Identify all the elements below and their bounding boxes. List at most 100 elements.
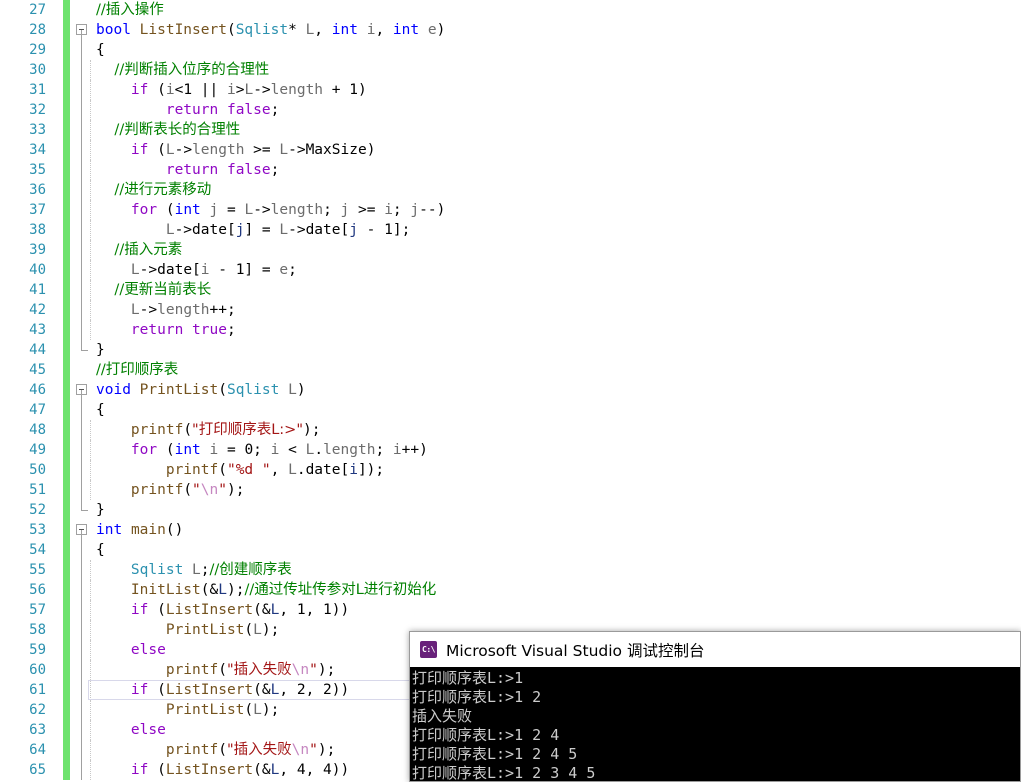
outline-column[interactable] (73, 440, 91, 460)
code-line-text[interactable]: return true; (96, 320, 236, 340)
outline-column[interactable] (73, 660, 91, 680)
code-line[interactable]: 46 void PrintList(Sqlist L) (0, 380, 1021, 400)
code-line-text[interactable]: //进行元素移动 (96, 180, 211, 200)
outline-column[interactable] (73, 480, 91, 500)
code-line-text[interactable]: //插入元素 (96, 240, 182, 260)
outline-column[interactable] (73, 240, 91, 260)
console-titlebar[interactable]: C:\ Microsoft Visual Studio 调试控制台 (410, 632, 1020, 667)
code-line[interactable]: 27 //插入操作 (0, 0, 1021, 20)
code-line-text[interactable]: L->date[j] = L->date[j - 1]; (96, 220, 411, 240)
code-line[interactable]: 53 int main() (0, 520, 1021, 540)
code-line-text[interactable]: printf("插入失败\n"); (96, 740, 335, 760)
code-line-text[interactable]: //判断表长的合理性 (96, 120, 240, 140)
code-line-text[interactable]: printf("打印顺序表L:>"); (96, 420, 321, 440)
outline-column[interactable] (73, 160, 91, 180)
code-line[interactable]: 35 return false; (0, 160, 1021, 180)
code-line-text[interactable]: //打印顺序表 (96, 360, 178, 380)
outline-column[interactable] (73, 220, 91, 240)
code-line[interactable]: 49 for (int i = 0; i < L.length; i++) (0, 440, 1021, 460)
outline-column[interactable] (73, 560, 91, 580)
code-line[interactable]: 51 printf("\n"); (0, 480, 1021, 500)
outline-column[interactable] (73, 460, 91, 480)
outline-column[interactable] (73, 360, 91, 380)
code-line-text[interactable]: int main() (96, 520, 183, 540)
outline-column[interactable] (73, 120, 91, 140)
code-line-text[interactable]: bool ListInsert(Sqlist* L, int i, int e) (96, 20, 445, 40)
code-line-text[interactable]: { (96, 540, 105, 560)
code-line[interactable]: 43 return true; (0, 320, 1021, 340)
outline-column[interactable] (73, 500, 91, 520)
code-line-text[interactable]: return false; (96, 100, 280, 120)
outline-column[interactable] (73, 580, 91, 600)
outline-column[interactable] (73, 40, 91, 60)
outline-column[interactable] (73, 260, 91, 280)
code-line[interactable]: 32 return false; (0, 100, 1021, 120)
outline-column[interactable] (73, 140, 91, 160)
code-line-text[interactable]: } (96, 340, 105, 360)
code-line-text[interactable]: if (ListInsert(&L, 2, 2)) (96, 680, 349, 700)
code-line-text[interactable]: if (ListInsert(&L, 4, 4)) (96, 760, 349, 780)
code-line[interactable]: 47 { (0, 400, 1021, 420)
code-line[interactable]: 44} (0, 340, 1021, 360)
code-line-text[interactable]: L->length++; (96, 300, 236, 320)
code-line[interactable]: 28 bool ListInsert(Sqlist* L, int i, int … (0, 20, 1021, 40)
code-line[interactable]: 31 if (i<1 || i>L->length + 1) (0, 80, 1021, 100)
code-line-text[interactable]: //判断插入位序的合理性 (96, 60, 269, 80)
code-line[interactable]: 29 { (0, 40, 1021, 60)
code-line[interactable]: 42 L->length++; (0, 300, 1021, 320)
outline-column[interactable] (73, 740, 91, 760)
outline-column[interactable] (73, 700, 91, 720)
code-line-text[interactable]: { (96, 40, 105, 60)
outline-column[interactable] (73, 300, 91, 320)
code-line[interactable]: 41 //更新当前表长 (0, 280, 1021, 300)
code-line-text[interactable]: if (L->length >= L->MaxSize) (96, 140, 376, 160)
code-line[interactable]: 36 //进行元素移动 (0, 180, 1021, 200)
code-line-text[interactable]: Sqlist L;//创建顺序表 (96, 560, 292, 580)
code-line[interactable]: 30 //判断插入位序的合理性 (0, 60, 1021, 80)
outline-column[interactable] (73, 200, 91, 220)
code-line-text[interactable]: //更新当前表长 (96, 280, 211, 300)
outline-column[interactable] (73, 280, 91, 300)
code-line-text[interactable]: InitList(&L);//通过传址传参对L进行初始化 (96, 580, 436, 600)
code-line[interactable]: 34 if (L->length >= L->MaxSize) (0, 140, 1021, 160)
outline-column[interactable] (73, 720, 91, 740)
outline-column[interactable] (73, 640, 91, 660)
code-line-text[interactable]: printf("\n"); (96, 480, 245, 500)
code-line[interactable]: 55 Sqlist L;//创建顺序表 (0, 560, 1021, 580)
code-line-text[interactable]: for (int i = 0; i < L.length; i++) (96, 440, 428, 460)
outline-column[interactable] (73, 20, 91, 40)
code-line[interactable]: 38 L->date[j] = L->date[j - 1]; (0, 220, 1021, 240)
code-line[interactable]: 48 printf("打印顺序表L:>"); (0, 420, 1021, 440)
code-line[interactable]: 33 //判断表长的合理性 (0, 120, 1021, 140)
code-line[interactable]: 57 if (ListInsert(&L, 1, 1)) (0, 600, 1021, 620)
outline-column[interactable] (73, 340, 91, 360)
code-line-text[interactable]: L->date[i - 1] = e; (96, 260, 297, 280)
outline-column[interactable] (73, 180, 91, 200)
code-line[interactable]: 37 for (int j = L->length; j >= i; j--) (0, 200, 1021, 220)
code-line[interactable]: 56 InitList(&L);//通过传址传参对L进行初始化 (0, 580, 1021, 600)
outline-column[interactable] (73, 80, 91, 100)
code-line-text[interactable]: return false; (96, 160, 280, 180)
outline-column[interactable] (73, 540, 91, 560)
console-window[interactable]: C:\ Microsoft Visual Studio 调试控制台 打印顺序表L… (409, 631, 1021, 782)
code-line-text[interactable]: if (ListInsert(&L, 1, 1)) (96, 600, 349, 620)
outline-column[interactable] (73, 420, 91, 440)
code-line-text[interactable]: void PrintList(Sqlist L) (96, 380, 306, 400)
outline-column[interactable] (73, 60, 91, 80)
code-line-text[interactable]: if (i<1 || i>L->length + 1) (96, 80, 367, 100)
outline-column[interactable] (73, 400, 91, 420)
code-line-text[interactable]: //插入操作 (96, 0, 164, 20)
code-line[interactable]: 40 L->date[i - 1] = e; (0, 260, 1021, 280)
code-line[interactable]: 54 { (0, 540, 1021, 560)
outline-column[interactable] (73, 620, 91, 640)
outline-column[interactable] (73, 600, 91, 620)
outline-column[interactable] (73, 0, 91, 20)
code-line-text[interactable]: PrintList(L); (96, 700, 280, 720)
code-line[interactable]: 50 printf("%d ", L.date[i]); (0, 460, 1021, 480)
code-line[interactable]: 39 //插入元素 (0, 240, 1021, 260)
code-line-text[interactable]: for (int j = L->length; j >= i; j--) (96, 200, 445, 220)
outline-column[interactable] (73, 320, 91, 340)
outline-column[interactable] (73, 760, 91, 780)
console-output[interactable]: 打印顺序表L:>1 打印顺序表L:>1 2 插入失败 打印顺序表L:>1 2 4 打印顺… (410, 667, 1020, 781)
code-line-text[interactable]: printf("%d ", L.date[i]); (96, 460, 384, 480)
